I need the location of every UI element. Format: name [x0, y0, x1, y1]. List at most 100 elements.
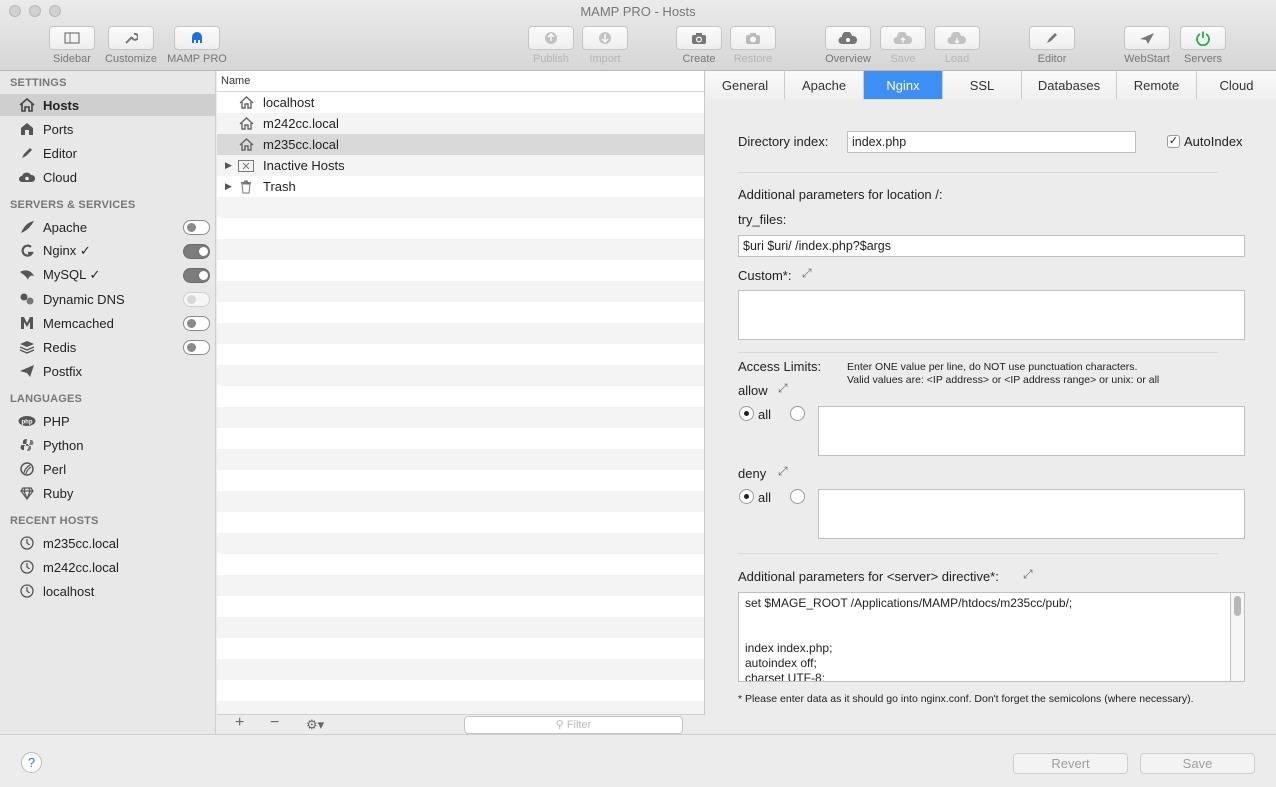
tab-databases[interactable]: Databases: [1022, 71, 1117, 99]
sidebar-item-recent-host[interactable]: localhost: [0, 580, 216, 602]
disclosure-triangle-icon[interactable]: ▶: [225, 160, 237, 171]
sidebar-item-perl[interactable]: Perl: [0, 458, 216, 480]
editor-button[interactable]: Editor: [1029, 26, 1075, 65]
restore-button[interactable]: Restore: [730, 26, 776, 65]
scrollbar[interactable]: [1231, 592, 1245, 682]
tab-remote[interactable]: Remote: [1117, 71, 1197, 99]
cloud-download-icon: [947, 31, 967, 44]
cloud-load-button[interactable]: Load: [934, 26, 980, 65]
sidebar-toggle-button[interactable]: Sidebar: [49, 26, 95, 65]
access-limits-note: Valid values are: <IP address> or <IP ad…: [847, 374, 1160, 386]
publish-button[interactable]: Publish: [528, 26, 574, 65]
trash-icon: [237, 180, 255, 194]
expand-icon[interactable]: ⤢: [778, 464, 788, 479]
autoindex-checkbox[interactable]: ✓: [1167, 135, 1180, 148]
remove-host-button[interactable]: −: [270, 714, 279, 732]
disclosure-triangle-icon[interactable]: ▶: [225, 181, 237, 192]
ruby-icon: [18, 485, 36, 501]
inactive-hosts-group[interactable]: ▶ Inactive Hosts: [217, 155, 704, 176]
server-directive-textarea[interactable]: set $MAGE_ROOT /Applications/MAMP/htdocs…: [738, 592, 1231, 682]
host-list-toolbar: + − ⚙▾ ⚲ Filter: [217, 714, 705, 734]
sidebar-item-cloud[interactable]: Cloud: [0, 166, 216, 188]
sidebar-item-ruby[interactable]: Ruby: [0, 482, 216, 504]
import-button[interactable]: Import: [582, 26, 628, 65]
nginx-icon: [18, 243, 36, 259]
sidebar-icon: [64, 32, 80, 44]
house-icon: [237, 96, 255, 109]
revert-button[interactable]: Revert: [1013, 753, 1128, 774]
host-row[interactable]: localhost: [217, 92, 704, 113]
allow-all-label: all: [758, 407, 772, 422]
sidebar-item-postfix[interactable]: Postfix: [0, 360, 216, 382]
tab-bar: General Apache Nginx SSL Databases Remot…: [706, 71, 1276, 99]
try-files-label: try_files:: [738, 212, 787, 227]
sidebar-item-php[interactable]: php PHP: [0, 410, 216, 432]
overview-button[interactable]: Overview: [825, 26, 871, 65]
tab-nginx[interactable]: Nginx: [864, 71, 943, 99]
sidebar-item-recent-host[interactable]: m242cc.local: [0, 556, 216, 578]
tab-cloud[interactable]: Cloud: [1197, 71, 1276, 99]
redis-toggle[interactable]: [183, 340, 210, 355]
airplane-icon: [1140, 33, 1154, 44]
custom-label: Custom*:: [738, 268, 792, 283]
access-limits-label: Access Limits:: [738, 359, 822, 374]
inactive-folder-icon: [237, 159, 255, 172]
deny-custom-radio[interactable]: [790, 489, 805, 504]
expand-icon[interactable]: ⤢: [802, 266, 812, 281]
customize-button[interactable]: Customize: [103, 26, 159, 65]
expand-icon[interactable]: ⤢: [778, 381, 788, 396]
pen-icon: [1047, 33, 1057, 43]
trash-group[interactable]: ▶ Trash: [217, 176, 704, 197]
column-header-name[interactable]: Name: [217, 71, 704, 92]
gear-icon[interactable]: ⚙▾: [306, 717, 324, 733]
sidebar-item-python[interactable]: Python: [0, 434, 216, 456]
divider: [738, 352, 1218, 353]
webstart-button[interactable]: WebStart: [1124, 26, 1170, 65]
footnote: * Please enter data as it should go into…: [738, 693, 1194, 705]
location-params-title: Additional parameters for location /:: [738, 187, 943, 202]
mysql-toggle[interactable]: [183, 268, 210, 283]
languages-section-title: LANGUAGES: [10, 393, 83, 405]
checkmark-icon: ✓: [1168, 135, 1179, 147]
perl-icon: [18, 461, 36, 477]
create-snapshot-button[interactable]: Create: [676, 26, 722, 65]
deny-label: deny: [738, 466, 767, 481]
servers-power-button[interactable]: Servers: [1180, 26, 1226, 65]
download-icon: [599, 32, 611, 44]
filter-input[interactable]: ⚲ Filter: [464, 716, 683, 734]
cloud-upload-icon: [893, 31, 913, 44]
tab-general[interactable]: General: [706, 71, 785, 99]
host-row-selected[interactable]: m235cc.local: [217, 134, 704, 155]
memcached-toggle[interactable]: [183, 316, 210, 331]
directory-index-input[interactable]: index.php: [847, 131, 1136, 153]
python-icon: [18, 437, 36, 453]
custom-location-textarea[interactable]: [738, 290, 1245, 340]
ports-icon: [18, 121, 36, 137]
nginx-toggle[interactable]: [183, 244, 210, 259]
allow-textarea[interactable]: [818, 406, 1245, 456]
sidebar-item-ports[interactable]: Ports: [0, 118, 216, 140]
apache-toggle[interactable]: [183, 220, 210, 235]
help-button[interactable]: ?: [21, 752, 42, 773]
tab-apache[interactable]: Apache: [785, 71, 864, 99]
deny-textarea[interactable]: [818, 489, 1245, 539]
window-title: MAMP PRO - Hosts: [580, 4, 696, 19]
sidebar-item-recent-host[interactable]: m235cc.local: [0, 532, 216, 554]
allow-custom-radio[interactable]: [790, 406, 805, 421]
add-host-button[interactable]: +: [235, 714, 244, 732]
mamp-pro-button[interactable]: MAMP PRO: [167, 26, 227, 65]
save-button[interactable]: Save: [1140, 753, 1255, 774]
sidebar-item-editor[interactable]: Editor: [0, 142, 216, 164]
memcached-icon: [18, 315, 36, 331]
tab-ssl[interactable]: SSL: [943, 71, 1022, 99]
sidebar-item-hosts[interactable]: Hosts: [0, 94, 216, 116]
dynamic-dns-toggle[interactable]: [183, 292, 210, 307]
cloud-save-button[interactable]: Save: [880, 26, 926, 65]
expand-icon[interactable]: ⤢: [1023, 567, 1033, 582]
try-files-input[interactable]: $uri $uri/ /index.php?$args: [738, 235, 1245, 257]
deny-all-radio[interactable]: [739, 489, 754, 504]
allow-all-radio[interactable]: [739, 406, 754, 421]
host-row[interactable]: m242cc.local: [217, 113, 704, 134]
clock-icon: [18, 535, 36, 551]
cloud-eye-icon: [838, 31, 858, 44]
